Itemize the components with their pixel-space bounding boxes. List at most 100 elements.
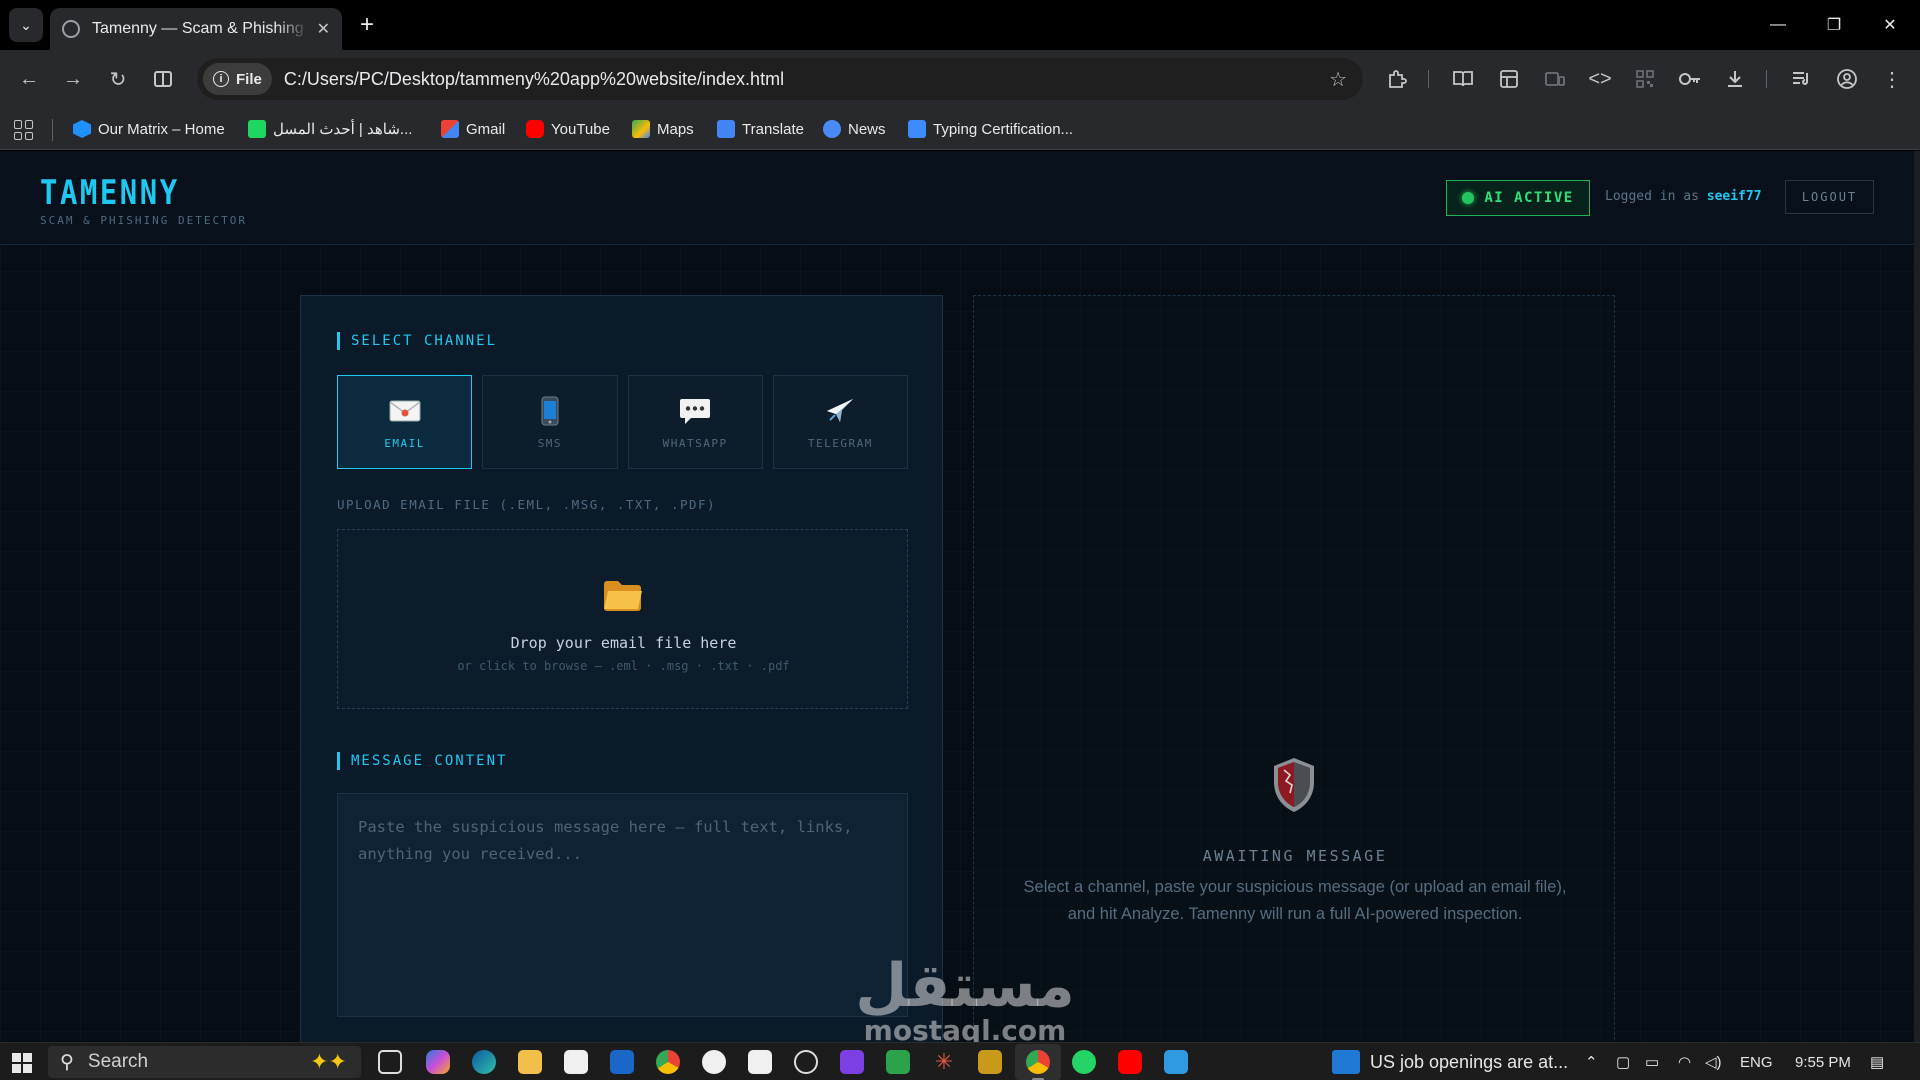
- bookmark-our-matrix[interactable]: Our Matrix – Home: [73, 117, 225, 141]
- reload-icon[interactable]: ↻: [103, 64, 133, 94]
- youtube-app-icon[interactable]: [1118, 1050, 1142, 1074]
- sheets-app-icon[interactable]: [886, 1050, 910, 1074]
- tray-chevron-icon[interactable]: ⌃: [1585, 1051, 1598, 1073]
- url-text[interactable]: C:/Users/PC/Desktop/tammeny%20app%20webs…: [284, 69, 1329, 90]
- chrome-app-icon[interactable]: [656, 1050, 680, 1074]
- more-menu-icon[interactable]: ⋮: [1877, 64, 1907, 94]
- message-content-input[interactable]: [337, 793, 908, 1017]
- password-key-icon[interactable]: [1675, 64, 1705, 94]
- clock[interactable]: 9:55 PM: [1795, 1051, 1851, 1073]
- bookmark-shahid[interactable]: شاهد | أحدث المسل...: [248, 117, 412, 141]
- news-outlook-icon: [1332, 1050, 1360, 1074]
- bookmark-star-icon[interactable]: ☆: [1329, 67, 1347, 92]
- extensions-puzzle-icon[interactable]: [1382, 64, 1412, 94]
- profile-avatar-icon[interactable]: [1832, 64, 1862, 94]
- edge-app-icon[interactable]: [472, 1050, 496, 1074]
- split-view-icon[interactable]: [148, 64, 178, 94]
- gmail-icon: [441, 120, 459, 138]
- app-logo[interactable]: TAMENNY: [40, 173, 180, 213]
- site-info-chip[interactable]: i File: [203, 63, 272, 95]
- translate-icon: [717, 120, 735, 138]
- volume-icon[interactable]: ◁): [1705, 1051, 1722, 1073]
- file-dropzone[interactable]: Drop your email file here or click to br…: [337, 529, 908, 709]
- claude-app-icon[interactable]: ✳: [932, 1050, 956, 1074]
- taskbar-search[interactable]: ⚲ Search ✦✦: [48, 1046, 361, 1078]
- address-bar[interactable]: i File C:/Users/PC/Desktop/tammeny%20app…: [197, 58, 1363, 100]
- browser-toolbar: ← → ↻ i File C:/Users/PC/Desktop/tammeny…: [0, 50, 1920, 108]
- devices-icon[interactable]: [1540, 64, 1570, 94]
- microsoft-store-icon[interactable]: [564, 1050, 588, 1074]
- shahid-icon: [248, 120, 266, 138]
- bookmark-maps[interactable]: Maps: [632, 117, 694, 141]
- outlook-app-icon[interactable]: [610, 1050, 634, 1074]
- bookmark-youtube[interactable]: YouTube: [526, 117, 610, 141]
- notifications-icon[interactable]: ▤: [1870, 1051, 1884, 1073]
- window-close-icon[interactable]: ✕: [1862, 0, 1918, 50]
- news-widget[interactable]: US job openings are at...: [1332, 1050, 1568, 1074]
- apps-grid-icon[interactable]: [14, 120, 34, 140]
- channel-whatsapp[interactable]: WHATSAPP: [627, 375, 763, 469]
- restore-icon[interactable]: ❐: [1806, 0, 1862, 50]
- task-view-icon[interactable]: [378, 1050, 402, 1074]
- bookmark-label: Our Matrix – Home: [98, 120, 225, 138]
- taskbar-search-label: Search: [87, 1051, 149, 1072]
- tray-device-icon[interactable]: ▢: [1616, 1051, 1630, 1073]
- copilot-sparkle-icon: ✦✦: [310, 1049, 347, 1074]
- news-headline: US job openings are at...: [1370, 1051, 1569, 1072]
- site-info-label: File: [236, 70, 262, 88]
- forward-arrow-icon[interactable]: →: [58, 64, 88, 94]
- tab-search-chevron-icon[interactable]: ⌄: [9, 8, 43, 42]
- winrar-app-icon[interactable]: [978, 1050, 1002, 1074]
- chrome-running-icon[interactable]: [1026, 1050, 1050, 1080]
- bookmark-news[interactable]: News: [823, 117, 886, 141]
- minimize-icon[interactable]: —: [1750, 0, 1806, 50]
- copilot-app-icon[interactable]: [426, 1050, 450, 1074]
- toolbar-divider: [1766, 70, 1767, 88]
- battery-icon[interactable]: ▭: [1645, 1051, 1659, 1073]
- browser-tab-strip: ⌄ Tamenny — Scam & Phishing Detector ✕ +…: [0, 0, 1920, 50]
- language-indicator[interactable]: ENG: [1740, 1051, 1773, 1073]
- upload-label: UPLOAD EMAIL FILE (.EML, .MSG, .TXT, .PD…: [337, 497, 717, 512]
- channel-sms-label: SMS: [537, 436, 563, 450]
- capcut-app-icon[interactable]: [748, 1050, 772, 1074]
- reading-mode-icon[interactable]: [1448, 64, 1478, 94]
- wifi-icon[interactable]: ◠: [1678, 1051, 1691, 1073]
- table-icon[interactable]: [1494, 64, 1524, 94]
- bookmark-typing-certification[interactable]: Typing Certification...: [908, 117, 1073, 141]
- media-queue-icon[interactable]: [1786, 64, 1816, 94]
- app-icon[interactable]: [1164, 1050, 1188, 1074]
- tab-close-icon[interactable]: ✕: [317, 19, 330, 39]
- yango-play-app-icon[interactable]: [840, 1050, 864, 1074]
- mostaql-watermark: مستقل mostaql.com: [845, 955, 1085, 1045]
- whatsapp-app-icon[interactable]: [1072, 1050, 1096, 1074]
- logout-button[interactable]: LOGOUT: [1785, 180, 1874, 214]
- youtube-icon: [526, 120, 544, 138]
- browser-tab-active[interactable]: Tamenny — Scam & Phishing Detector ✕: [50, 8, 342, 50]
- username: seeif77: [1706, 189, 1762, 204]
- github-app-icon[interactable]: [702, 1050, 726, 1074]
- chatgpt-app-icon[interactable]: [794, 1050, 818, 1074]
- airplane-icon: [822, 395, 858, 427]
- channel-telegram[interactable]: TELEGRAM: [772, 375, 908, 469]
- tab-title: Tamenny — Scam & Phishing Detector: [92, 20, 309, 37]
- windows-start-icon[interactable]: [12, 1053, 32, 1073]
- dropzone-title: Drop your email file here: [510, 634, 737, 652]
- bookmark-label: شاهد | أحدث المسل...: [273, 121, 413, 138]
- bookmarks-divider: [52, 119, 53, 141]
- channel-sms[interactable]: SMS: [482, 375, 618, 469]
- page-scrollbar[interactable]: [1914, 151, 1920, 1042]
- app-tagline: SCAM & PHISHING DETECTOR: [40, 214, 247, 227]
- qr-code-icon[interactable]: [1630, 64, 1660, 94]
- file-explorer-icon[interactable]: [518, 1050, 542, 1074]
- bookmark-gmail[interactable]: Gmail: [441, 117, 505, 141]
- new-tab-plus-icon[interactable]: +: [352, 10, 382, 40]
- channel-email[interactable]: EMAIL: [337, 375, 473, 469]
- maps-icon: [632, 120, 650, 138]
- typing-certification-icon: [908, 120, 926, 138]
- back-arrow-icon[interactable]: ←: [14, 64, 44, 94]
- info-icon: i: [213, 71, 229, 87]
- bookmark-translate[interactable]: Translate: [717, 117, 804, 141]
- download-icon[interactable]: [1720, 64, 1750, 94]
- code-icon[interactable]: <>: [1585, 64, 1615, 94]
- envelope-icon: [387, 395, 423, 427]
